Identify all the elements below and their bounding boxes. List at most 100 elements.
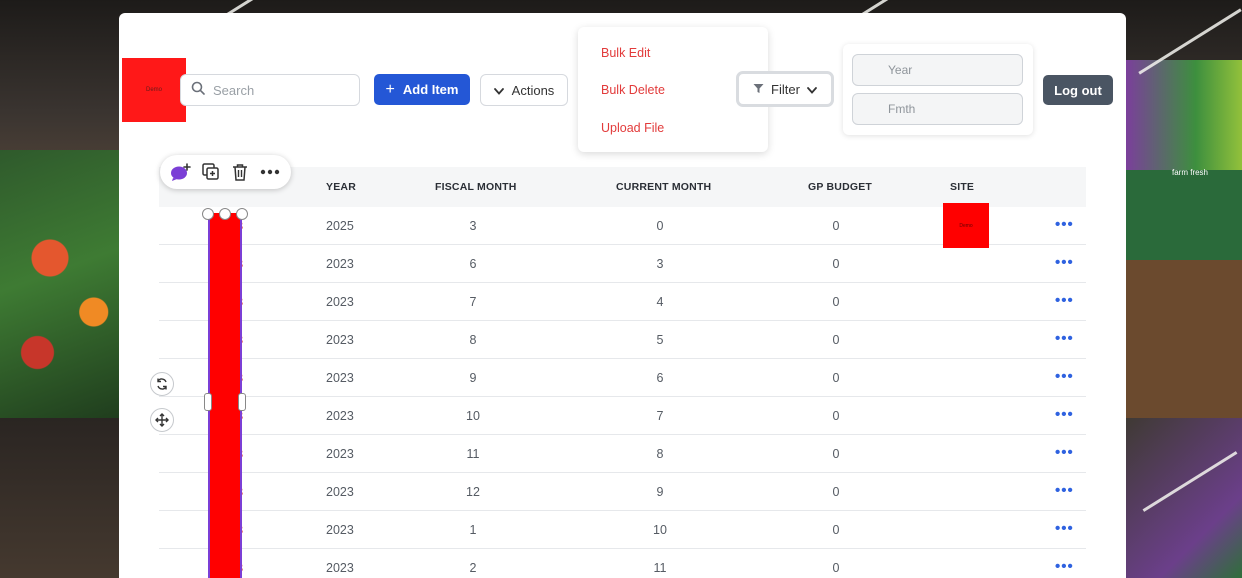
cell-gp-budget: 0 xyxy=(832,561,840,575)
cell-gp-budget: 0 xyxy=(832,485,840,499)
cell-current-month: 10 xyxy=(653,523,667,537)
cell-year: 2023 xyxy=(326,333,354,347)
cell-gp-budget: 0 xyxy=(832,295,840,309)
cell-gp-budget: 0 xyxy=(832,371,840,385)
cell-current-month: 7 xyxy=(656,409,664,423)
column-header-gp-budget[interactable]: GP BUDGET xyxy=(808,181,872,193)
cell-current-month: 6 xyxy=(656,371,664,385)
background-ceiling-lower-left xyxy=(0,418,125,578)
background-produce-aisle: farm fresh xyxy=(1126,60,1242,420)
cell-fiscal-month: 6 xyxy=(469,257,477,271)
column-header-current-month[interactable]: CURRENT MONTH xyxy=(616,181,711,193)
cell-fiscal-month: 3 xyxy=(469,219,477,233)
row-more-options-icon[interactable]: ••• xyxy=(1055,330,1074,347)
cell-fiscal-month: 10 xyxy=(466,409,480,423)
cell-gp-budget: 0 xyxy=(832,447,840,461)
row-more-options-icon[interactable]: ••• xyxy=(1055,482,1074,499)
cell-year: 2023 xyxy=(326,523,354,537)
site-badge-text: Demo xyxy=(959,222,973,229)
cell-year: 2023 xyxy=(326,485,354,499)
table-row[interactable]: FG0320231180••• xyxy=(159,435,1086,473)
add-item-label: Add Item xyxy=(402,82,459,97)
search-box[interactable] xyxy=(180,74,360,106)
cell-fiscal-month: 8 xyxy=(469,333,477,347)
site-badge: Demo xyxy=(943,203,989,248)
column-header-year[interactable]: YEAR xyxy=(326,181,356,193)
resize-handle-right[interactable] xyxy=(238,393,246,411)
fmth-field[interactable] xyxy=(852,93,1023,125)
cell-current-month: 5 xyxy=(656,333,664,347)
plus-icon: + xyxy=(385,80,395,98)
store-sign: farm fresh xyxy=(1172,168,1209,177)
cell-current-month: 3 xyxy=(656,257,664,271)
row-more-options-icon[interactable]: ••• xyxy=(1055,406,1074,423)
cell-fiscal-month: 7 xyxy=(469,295,477,309)
cell-fiscal-month: 2 xyxy=(469,561,477,575)
row-more-options-icon[interactable]: ••• xyxy=(1055,558,1074,575)
table-row[interactable]: FG0320231070••• xyxy=(159,397,1086,435)
move-icon[interactable] xyxy=(150,408,174,432)
row-more-options-icon[interactable]: ••• xyxy=(1055,520,1074,537)
logo-text: Demo xyxy=(145,87,162,93)
background-produce-lower-right xyxy=(1126,418,1242,578)
year-field[interactable] xyxy=(852,54,1023,86)
funnel-icon xyxy=(753,82,764,97)
background-flowers xyxy=(0,150,125,420)
cell-gp-budget: 0 xyxy=(832,523,840,537)
logo: Demo xyxy=(122,58,186,122)
menu-item-bulk-edit[interactable]: Bulk Edit xyxy=(601,46,650,60)
resize-handle-top[interactable] xyxy=(219,208,231,220)
table-row[interactable]: FG032023630••• xyxy=(159,245,1086,283)
selected-column-overlay[interactable] xyxy=(208,213,242,578)
duplicate-icon[interactable] xyxy=(200,161,222,183)
table-row[interactable]: FG0320231100••• xyxy=(159,511,1086,549)
chevron-down-icon xyxy=(807,82,817,97)
cell-year: 2023 xyxy=(326,371,354,385)
chevron-down-icon xyxy=(493,83,504,98)
search-icon xyxy=(191,81,205,100)
rotate-icon[interactable] xyxy=(150,372,174,396)
cell-current-month: 11 xyxy=(653,561,667,575)
column-header-fiscal-month[interactable]: FISCAL MONTH xyxy=(435,181,517,193)
cell-gp-budget: 0 xyxy=(832,219,840,233)
cell-year: 2023 xyxy=(326,561,354,575)
column-header-site[interactable]: SITE xyxy=(950,181,974,193)
table-row[interactable]: FG032023850••• xyxy=(159,321,1086,359)
add-item-button[interactable]: + Add Item xyxy=(374,74,470,105)
filter-label: Filter xyxy=(771,81,800,97)
filter-button[interactable]: Filter xyxy=(736,71,834,107)
cell-fiscal-month: 11 xyxy=(466,447,480,461)
cell-year: 2023 xyxy=(326,447,354,461)
menu-item-upload-file[interactable]: Upload File xyxy=(601,121,664,135)
cell-year: 2025 xyxy=(326,219,354,233)
trash-icon[interactable] xyxy=(229,161,251,183)
actions-button[interactable]: Actions xyxy=(480,74,568,106)
row-more-options-icon[interactable]: ••• xyxy=(1055,254,1074,271)
row-more-options-icon[interactable]: ••• xyxy=(1055,216,1074,233)
cell-year: 2023 xyxy=(326,295,354,309)
row-more-options-icon[interactable]: ••• xyxy=(1055,444,1074,461)
cell-gp-budget: 0 xyxy=(832,333,840,347)
cell-current-month: 0 xyxy=(656,219,664,233)
cell-fiscal-month: 12 xyxy=(466,485,480,499)
cell-fiscal-month: 1 xyxy=(469,523,477,537)
row-more-options-icon[interactable]: ••• xyxy=(1055,292,1074,309)
more-options-icon[interactable] xyxy=(259,161,281,183)
resize-handle-top-left[interactable] xyxy=(202,208,214,220)
search-input[interactable] xyxy=(213,82,343,98)
logout-button[interactable]: Log out xyxy=(1043,75,1113,105)
resize-handle-top-right[interactable] xyxy=(236,208,248,220)
filter-fields-panel xyxy=(843,44,1033,135)
row-more-options-icon[interactable]: ••• xyxy=(1055,368,1074,385)
ai-comment-icon[interactable] xyxy=(170,161,192,183)
table-row[interactable]: FG032023740••• xyxy=(159,283,1086,321)
resize-handle-left[interactable] xyxy=(204,393,212,411)
table-row[interactable]: FG0320232110••• xyxy=(159,549,1086,578)
table-row[interactable]: FG0320231290••• xyxy=(159,473,1086,511)
cell-fiscal-month: 9 xyxy=(469,371,477,385)
menu-item-bulk-delete[interactable]: Bulk Delete xyxy=(601,83,665,97)
table-row[interactable]: FG032023960••• xyxy=(159,359,1086,397)
cell-year: 2023 xyxy=(326,409,354,423)
actions-label: Actions xyxy=(511,82,555,98)
element-toolbar xyxy=(160,155,291,189)
